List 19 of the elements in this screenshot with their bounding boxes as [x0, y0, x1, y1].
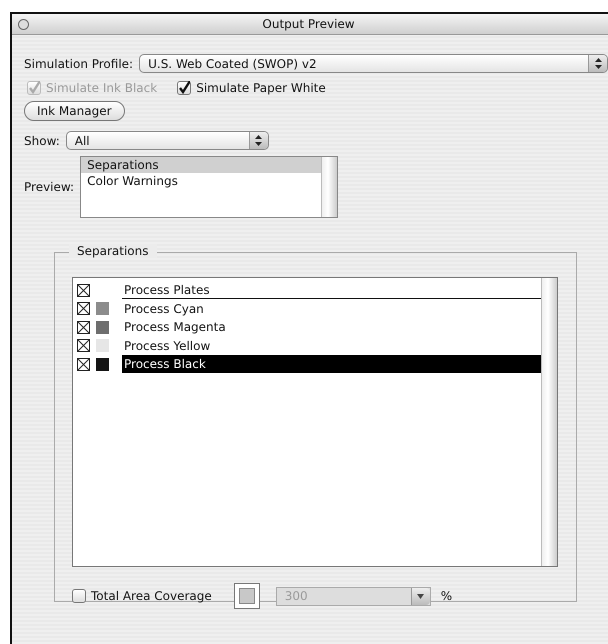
list-item[interactable]: Process Cyan	[122, 300, 541, 318]
window-title: Output Preview	[261, 17, 356, 31]
list-item[interactable]: Separations	[81, 157, 322, 173]
ink-manager-button[interactable]: Ink Manager	[24, 101, 125, 121]
list-item[interactable]: Process Magenta	[122, 318, 541, 336]
field-label: Show:	[24, 134, 60, 148]
checkbox-label: Total Area Coverage	[91, 589, 212, 603]
profile-dropdown[interactable]: U.S. Web Coated (SWOP) v2	[139, 54, 608, 73]
list-item[interactable]: Process Plates	[122, 281, 541, 300]
field-label: Preview:	[24, 180, 74, 194]
list-item[interactable]: Process Black	[122, 355, 541, 374]
group-title: Separations	[69, 244, 156, 258]
checkbox-label: Simulate Paper White	[196, 81, 326, 95]
list-item[interactable]: Process Yellow	[122, 336, 541, 355]
unit-label: %	[440, 589, 452, 603]
list-item[interactable]: Color Warnings	[81, 173, 322, 189]
field-label: Simulation Profile:	[24, 56, 134, 70]
show-dropdown[interactable]: All	[66, 131, 269, 150]
checkbox-label: Simulate Ink Black	[46, 81, 158, 95]
